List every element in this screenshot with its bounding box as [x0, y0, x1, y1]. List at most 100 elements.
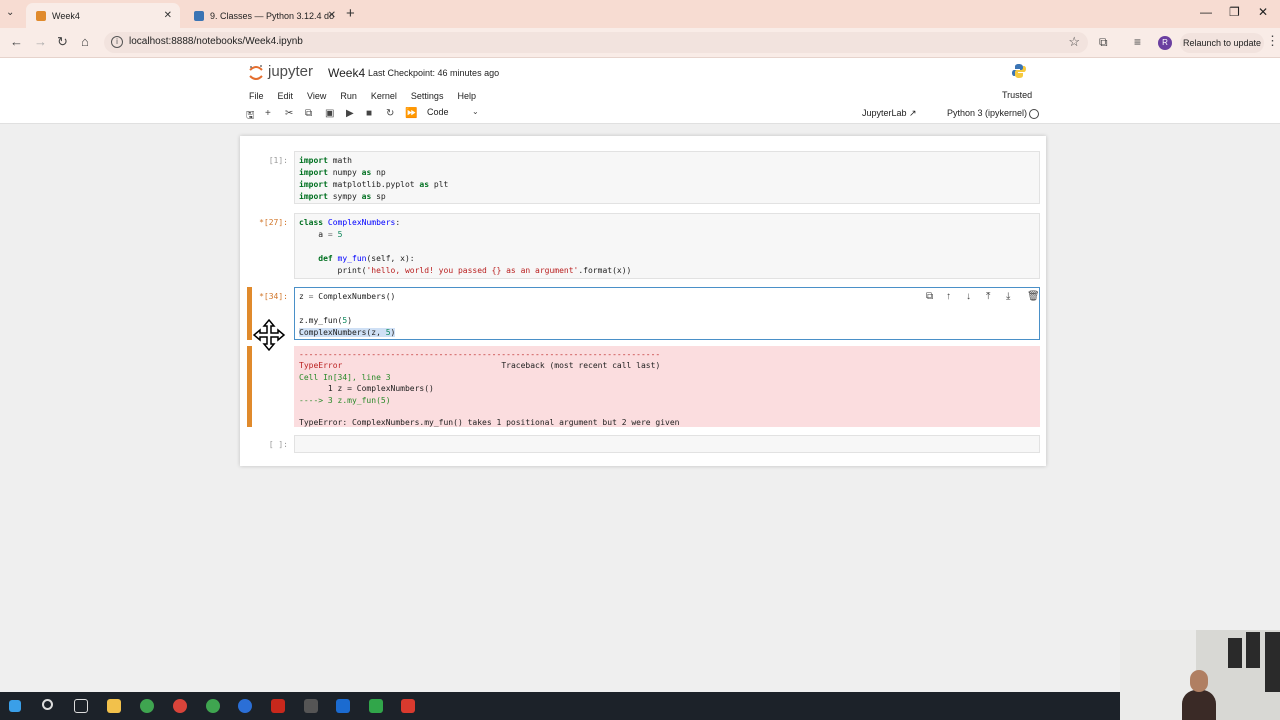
error-cell-ref: Cell In[34], line 3	[299, 372, 391, 382]
run-icon[interactable]: ▶	[346, 108, 354, 119]
paste-icon[interactable]: ▣	[325, 108, 334, 119]
terminal-icon[interactable]	[304, 699, 318, 713]
code-cell-empty[interactable]	[294, 435, 1040, 453]
menu-kernel[interactable]: Kernel	[371, 91, 397, 105]
checkpoint-status: Last Checkpoint: 46 minutes ago	[368, 68, 500, 78]
acrobat-icon[interactable]	[271, 699, 285, 713]
reload-icon[interactable]: ↻	[57, 34, 68, 50]
cell-type-select[interactable]: Code	[427, 107, 449, 117]
file-explorer-icon[interactable]	[107, 699, 121, 713]
notebook-name[interactable]: Week4	[328, 66, 365, 80]
presenter	[1182, 690, 1216, 720]
chrome-icon[interactable]	[140, 699, 154, 713]
save-icon[interactable]: 🖫	[246, 108, 255, 125]
restore-icon[interactable]: ❐	[1229, 5, 1240, 19]
tab-python-docs[interactable]: 9. Classes — Python 3.12.4 do ✕	[184, 3, 344, 28]
menu-file[interactable]: File	[249, 91, 264, 105]
code-cell-class[interactable]: class ComplexNumbers: a = 5 def my_fun(s…	[294, 213, 1040, 279]
error-type: TypeError	[299, 361, 343, 371]
move-down-icon[interactable]: ↓	[966, 291, 971, 302]
windows-start-icon[interactable]	[9, 700, 21, 712]
forward-icon[interactable]: →	[34, 34, 47, 49]
cell-prompt-number: [34]:	[263, 292, 288, 301]
windows-taskbar	[0, 692, 1280, 720]
restart-icon[interactable]: ↻	[386, 108, 394, 119]
jupyter-logo-icon[interactable]	[248, 64, 264, 82]
close-window-icon[interactable]: ✕	[1258, 5, 1268, 19]
media-icon[interactable]: ≡	[1134, 35, 1141, 49]
relaunch-button[interactable]: Relaunch to update	[1180, 33, 1264, 53]
task-view-icon[interactable]	[74, 699, 88, 713]
wall-frame	[1228, 638, 1242, 668]
cell-prompt-number: [27]:	[263, 218, 288, 227]
menu-view[interactable]: View	[307, 91, 326, 105]
home-icon[interactable]: ⌂	[81, 34, 89, 49]
presenter-face	[1190, 670, 1208, 692]
move-cursor-icon	[252, 318, 286, 352]
chrome-profile-icon[interactable]	[173, 699, 187, 713]
outlook-icon[interactable]	[336, 699, 350, 713]
error-message: TypeError: ComplexNumbers.my_fun() takes…	[299, 418, 680, 428]
address-bar[interactable]: i localhost:8888/notebooks/Week4.ipynb ☆	[104, 32, 1088, 53]
back-icon[interactable]: ←	[10, 34, 23, 49]
zoom-icon[interactable]	[238, 699, 252, 713]
traceback-line: 1 z = ComplexNumbers()	[299, 384, 434, 394]
fast-forward-icon[interactable]: ⏩	[405, 108, 417, 119]
wall-frame	[1246, 632, 1260, 668]
menu-help[interactable]: Help	[457, 91, 476, 105]
menu-bar: File Edit View Run Kernel Settings Help	[249, 91, 490, 105]
jupyter-logo-text: jupyter	[268, 63, 314, 80]
webcam-overlay	[1120, 630, 1280, 720]
site-info-icon[interactable]: i	[111, 36, 123, 48]
traceback-label: Traceback (most recent call last)	[501, 361, 661, 371]
error-output: ----------------------------------------…	[294, 346, 1040, 427]
menu-run[interactable]: Run	[340, 91, 357, 105]
cell-prompt: [ ]:	[268, 440, 288, 449]
close-icon[interactable]: ✕	[164, 10, 172, 21]
add-cell-icon[interactable]: +	[265, 108, 271, 119]
wall-frame	[1265, 632, 1280, 692]
close-icon[interactable]: ✕	[328, 10, 336, 21]
new-tab-icon[interactable]: +	[346, 5, 355, 22]
jupyter-favicon-icon	[36, 10, 46, 21]
browser-tab-strip: ⌄ Week4 ✕ 9. Classes — Python 3.12.4 do …	[0, 0, 1280, 28]
bookmark-star-icon[interactable]: ☆	[1068, 34, 1080, 50]
extensions-icon[interactable]: ⧉	[1099, 35, 1108, 50]
search-icon[interactable]	[42, 699, 53, 710]
camtasia-red-icon[interactable]	[401, 699, 415, 713]
tab-week4[interactable]: Week4 ✕	[26, 3, 180, 28]
jupyterlab-link[interactable]: JupyterLab ↗	[862, 108, 917, 119]
insert-below-icon[interactable]: ⤓	[1006, 291, 1010, 302]
jupyterlab-link-label: JupyterLab	[862, 108, 907, 118]
minimize-icon[interactable]: —	[1200, 5, 1212, 19]
url-text: localhost:8888/notebooks/Week4.ipynb	[129, 36, 303, 47]
python-favicon-icon	[194, 10, 204, 21]
insert-above-icon[interactable]: ⤒	[986, 291, 990, 302]
cell-prompt: *[27]:	[240, 218, 288, 227]
browser-toolbar: ← → ↻ ⌂ i localhost:8888/notebooks/Week4…	[0, 28, 1280, 58]
chevron-down-icon[interactable]: ⌄	[472, 107, 479, 116]
tab-search-icon[interactable]: ⌄	[6, 7, 14, 18]
code-cell-imports[interactable]: import math import numpy as np import ma…	[294, 151, 1040, 204]
trusted-status[interactable]: Trusted	[1002, 90, 1032, 100]
chrome-alt-icon[interactable]	[206, 699, 220, 713]
copy-icon[interactable]: ⧉	[305, 108, 312, 119]
move-up-icon[interactable]: ↑	[946, 291, 951, 302]
cut-icon[interactable]: ✂	[285, 108, 293, 119]
profile-avatar[interactable]: R	[1158, 36, 1172, 50]
output-indicator	[247, 346, 252, 427]
error-separator: ----------------------------------------…	[299, 350, 661, 359]
duplicate-cell-icon[interactable]: ⧉	[926, 291, 933, 302]
delete-cell-icon[interactable]: 🗑	[1027, 291, 1040, 302]
menu-settings[interactable]: Settings	[411, 91, 444, 105]
camtasia-green-icon[interactable]	[369, 699, 383, 713]
more-menu-icon[interactable]: ⋮	[1266, 33, 1279, 49]
menu-edit[interactable]: Edit	[278, 91, 294, 105]
cell-prompt: *[34]:	[240, 292, 288, 301]
cell-prompt: [1]:	[268, 156, 288, 165]
kernel-name[interactable]: Python 3 (ipykernel)	[947, 108, 1027, 118]
external-link-icon: ↗	[909, 108, 917, 118]
kernel-status-icon	[1029, 109, 1039, 119]
stop-icon[interactable]: ■	[366, 108, 372, 119]
traceback-line: ----> 3 z.my_fun(5)	[299, 395, 391, 405]
